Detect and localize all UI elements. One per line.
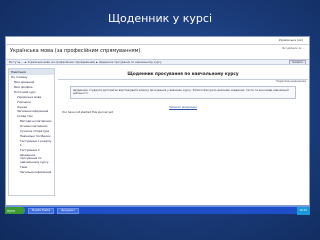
main-region: Щоденник просування по навчальному курсу…	[58, 68, 308, 196]
course-title: Українська мова (за професійним спрямува…	[10, 48, 141, 54]
system-clock: 10:15	[296, 206, 310, 215]
language-select[interactable]: Українська (uk)	[279, 38, 303, 42]
taskbar-item[interactable]: Mozilla Firefox	[28, 207, 55, 214]
login-info[interactable]: Ви увійшли як ...	[282, 47, 305, 50]
course-header: Українська мова (за професійним спрямува…	[6, 45, 309, 59]
sidebar-item[interactable]: Щоденник просування по навчальному курсу	[9, 153, 54, 165]
start-button[interactable]: пуск	[5, 207, 25, 214]
slide-title: Щоденник у курсі	[107, 12, 213, 25]
page-title: Щоденник просування по навчальному курсу	[127, 71, 239, 76]
breadcrumb: Ви тут ► ... ► Українська мова (за профе…	[6, 59, 309, 65]
navigation-list: На головну Моя домашня Моя профіль Поточний…	[9, 75, 54, 175]
breadcrumb-text[interactable]: Ви тут ► ... ► Українська мова (за профе…	[9, 61, 161, 64]
taskbar: пуск Mozilla Firefox Документ 10:15	[5, 206, 310, 215]
view-journal-note[interactable]: Перегляд щоденника	[276, 80, 306, 83]
top-strip: Українська (uk)	[6, 37, 309, 45]
edit-journal-link[interactable]: Змінити щоденник	[58, 105, 308, 109]
sidebar-item[interactable]: Тестування з розділу 1	[9, 140, 54, 149]
journal-entry-text: You have not started this journal yet	[62, 109, 113, 114]
page-content: Навігація На головну Моя домашня Моя профі…	[6, 66, 309, 197]
update-button[interactable]: Оновити	[289, 60, 306, 64]
sidebar-item[interactable]: Загальна інформація	[9, 170, 54, 175]
navigation-block: Навігація На головну Моя домашня Моя профі…	[8, 68, 55, 196]
journal-info-box: Щоденник студента допомагає відстежувати…	[70, 86, 296, 99]
divider	[58, 79, 308, 80]
browser-screenshot: Українська (uk) Українська мова (за проф…	[5, 36, 310, 206]
taskbar-item[interactable]: Документ	[57, 207, 79, 214]
